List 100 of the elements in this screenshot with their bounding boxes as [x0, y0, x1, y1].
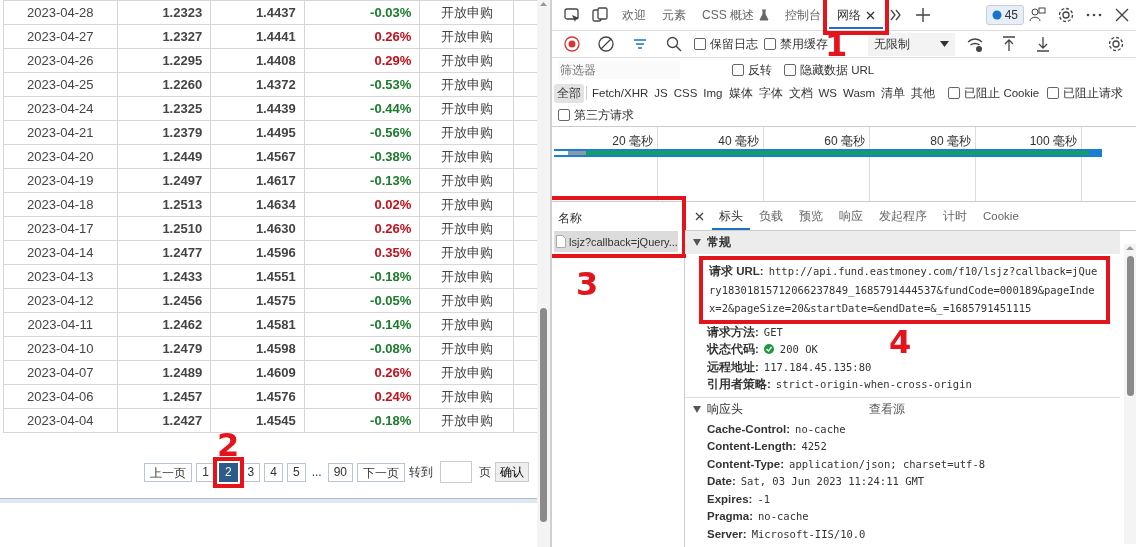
type-filter[interactable]: 清单	[878, 83, 909, 103]
detail-tab[interactable]: 发起程序	[872, 202, 934, 230]
unit-value-cell: 1.2323	[117, 0, 211, 25]
type-filter[interactable]: 全部	[554, 83, 584, 103]
growth-cell: -0.03%	[304, 0, 420, 25]
type-filter[interactable]: 文档	[785, 83, 816, 103]
page-button[interactable]: 1	[196, 462, 215, 482]
annotation-number: 2	[217, 432, 240, 459]
checkbox[interactable]: 保留日志	[694, 36, 758, 52]
checkbox[interactable]: 已阻止请求	[1047, 85, 1124, 101]
growth-cell: -0.53%	[304, 72, 420, 97]
message-icon	[991, 10, 1002, 20]
unit-value-cell: 1.2456	[117, 288, 211, 313]
type-filter[interactable]: Fetch/XHR	[589, 85, 652, 101]
close-icon[interactable]	[866, 10, 875, 20]
header-entry: 状态代码: 200 OK	[705, 341, 819, 357]
type-filter[interactable]: 媒体	[725, 83, 756, 103]
date-cell: 2023-04-12	[3, 288, 118, 313]
devtools-tab[interactable]: 欢迎	[614, 1, 654, 29]
status-cell: 开放申购	[419, 96, 514, 121]
devtools-tab[interactable]: 控制台	[777, 1, 829, 29]
devtools-tab[interactable]: 元素	[654, 1, 694, 29]
filter-field[interactable]: 筛选器	[558, 61, 680, 79]
date-cell: 2023-04-10	[3, 336, 118, 361]
type-filter[interactable]: Wasm	[840, 85, 879, 101]
detail-tab[interactable]: 响应	[832, 202, 870, 230]
total-value-cell: 1.4617	[210, 168, 305, 193]
unit-value-cell: 1.2462	[117, 312, 211, 337]
close-icon[interactable]	[695, 211, 704, 221]
date-cell: 2023-04-11	[3, 312, 118, 337]
total-value-cell: 1.4439	[210, 96, 305, 121]
confirm-button[interactable]: 确认	[495, 462, 529, 482]
page-input[interactable]	[440, 461, 472, 483]
unit-value-cell: 1.2477	[117, 240, 211, 265]
type-filter[interactable]: 字体	[755, 83, 786, 103]
growth-cell: 0.24%	[304, 384, 420, 409]
unit-value-cell: 1.2433	[117, 264, 211, 289]
devtools-tab[interactable]: 网络	[829, 1, 883, 29]
total-value-cell: 1.4545	[210, 408, 305, 433]
date-cell: 2023-04-25	[3, 72, 118, 97]
page-button[interactable]: 4	[264, 462, 283, 482]
detail-tab[interactable]: 计时	[936, 202, 974, 230]
growth-cell: 0.26%	[304, 360, 420, 385]
page-button[interactable]: 5	[286, 462, 306, 482]
status-cell: 开放申购	[419, 384, 514, 409]
section-title: 常规	[707, 234, 731, 251]
type-filter[interactable]: 其他	[908, 83, 939, 103]
section-header[interactable]: 常规	[685, 231, 1120, 254]
total-value-cell: 1.4567	[210, 144, 305, 169]
status-cell: 开放申购	[419, 264, 514, 289]
total-value-cell: 1.4581	[210, 312, 305, 337]
page-button[interactable]: 下一页	[357, 462, 405, 482]
unit-value-cell: 1.2379	[117, 120, 211, 145]
growth-cell: -0.56%	[304, 120, 420, 145]
date-cell: 2023-04-04	[3, 408, 118, 433]
header-entry: Date: Sat, 03 Jun 2023 11:24:11 GMT	[706, 474, 926, 489]
unit-value-cell: 1.2497	[117, 168, 211, 193]
type-filter[interactable]: JS	[651, 85, 671, 101]
growth-cell: -0.08%	[304, 336, 420, 361]
throttle-dropdown[interactable]: 无限制	[868, 32, 955, 56]
date-cell: 2023-04-21	[3, 120, 118, 145]
header-entry: Pragma: no-cache	[706, 509, 810, 524]
checkbox[interactable]: 隐藏数据 URL	[784, 62, 875, 78]
detail-tab[interactable]: Cookie	[976, 202, 1026, 230]
header-entry: Expires: -1	[706, 491, 772, 507]
page-button[interactable]: 90	[327, 462, 353, 482]
growth-cell: -0.18%	[304, 408, 420, 433]
status-cell: 开放申购	[419, 24, 514, 49]
checkbox[interactable]: 反转	[732, 62, 772, 78]
date-cell: 2023-04-20	[3, 144, 118, 169]
detail-tab[interactable]: 负载	[752, 202, 790, 230]
goto-label: 转到	[409, 463, 433, 481]
status-cell: 开放申购	[419, 72, 514, 97]
growth-cell: -0.18%	[304, 264, 420, 289]
growth-cell: -0.44%	[304, 96, 420, 121]
unit-value-cell: 1.2427	[117, 408, 211, 433]
status-cell: 开放申购	[419, 192, 514, 217]
unit-value-cell: 1.2327	[117, 24, 211, 49]
date-cell: 2023-04-07	[3, 360, 118, 385]
status-cell: 开放申购	[419, 0, 514, 25]
unit-value-cell: 1.2513	[117, 192, 211, 217]
page-button[interactable]: 2	[218, 462, 238, 482]
type-filter[interactable]: Img	[700, 85, 726, 101]
type-filter[interactable]: WS	[815, 85, 841, 101]
growth-cell: -0.14%	[304, 312, 420, 337]
page-button[interactable]: 上一页	[144, 462, 193, 482]
issues-badge[interactable]: 45	[985, 5, 1024, 25]
devtools-tab[interactable]: CSS 概述	[694, 1, 777, 29]
growth-cell: -0.05%	[304, 288, 420, 313]
request-item[interactable]: lsjz?callback=jQuery...	[554, 231, 678, 252]
detail-tab[interactable]: 标头	[712, 202, 750, 230]
type-filter[interactable]: CSS	[670, 85, 701, 101]
unit-value-cell: 1.2510	[117, 216, 211, 241]
checkbox[interactable]: 第三方请求	[558, 107, 634, 123]
detail-tab[interactable]: 预览	[792, 202, 830, 230]
view-source-link[interactable]: 查看源	[869, 400, 905, 418]
status-cell: 开放申购	[419, 168, 514, 193]
check-icon	[763, 344, 774, 354]
checkbox[interactable]: 已阻止 Cookie	[948, 85, 1040, 101]
section-title: 响应头	[707, 400, 743, 418]
